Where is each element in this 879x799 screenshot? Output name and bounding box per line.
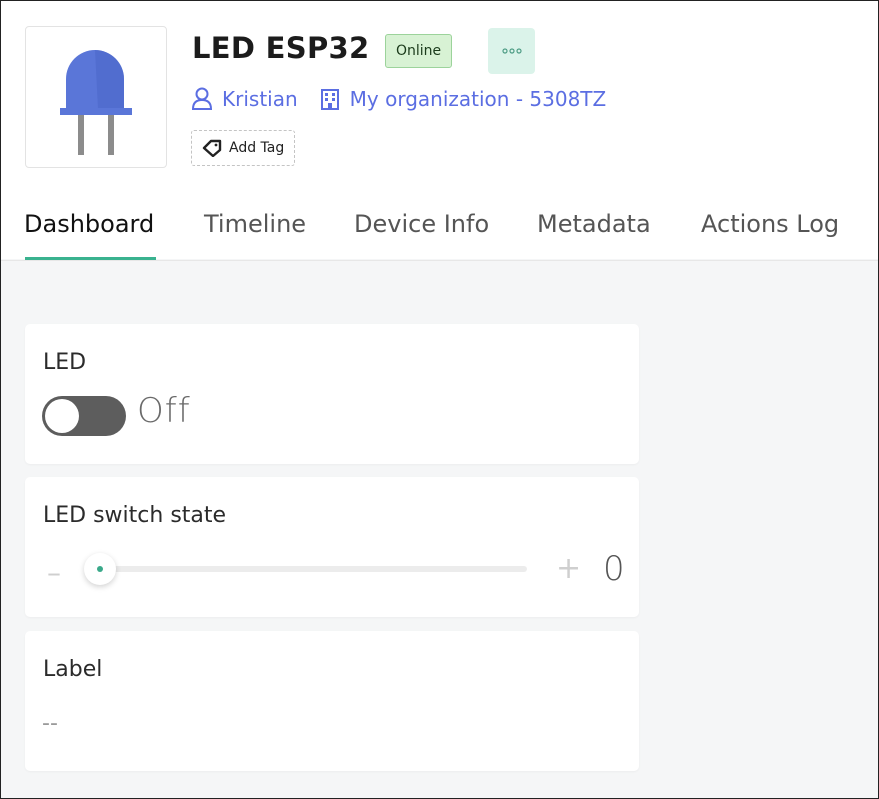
more-dots-icon [501,48,522,54]
slider-decrement-button[interactable]: – [47,556,61,589]
tab-device-info[interactable]: Device Info [354,210,489,238]
device-title: LED ESP32 [192,31,370,65]
slider-handle[interactable] [84,553,116,585]
status-badge: Online [385,34,453,68]
widget-label: Label [25,631,639,771]
tab-timeline[interactable]: Timeline [204,210,306,238]
owner-name: Kristian [222,87,298,111]
led-bulb-icon [60,50,132,155]
toggle-knob [45,399,79,433]
widget-led-title: LED [43,350,87,375]
add-tag-label: Add Tag [229,140,285,156]
building-icon [320,89,339,110]
tab-dashboard[interactable]: Dashboard [24,210,154,238]
active-tab-indicator [25,257,156,260]
slider-handle-dot [97,566,103,572]
owner-link[interactable]: Kristian [191,87,298,111]
led-toggle-switch[interactable] [42,396,126,436]
device-thumbnail [25,26,167,168]
widget-switch-state-title: LED switch state [43,503,227,528]
device-meta: Kristian My organization - 5308TZ [191,87,606,111]
slider-increment-button[interactable]: + [556,551,581,586]
tab-metadata[interactable]: Metadata [537,210,651,238]
widget-led-switch-state: LED switch state [25,477,639,617]
slider-value: 0 [603,549,625,589]
organization-link[interactable]: My organization - 5308TZ [320,87,607,111]
label-value: -- [42,711,58,736]
more-button[interactable] [488,28,535,74]
organization-name: My organization - 5308TZ [349,87,607,111]
device-tabs: Dashboard Timeline Device Info Metadata … [1,198,878,261]
tab-actions-log[interactable]: Actions Log [701,210,839,238]
add-tag-button[interactable]: Add Tag [191,130,296,166]
user-icon [191,87,213,110]
widget-led: LED [25,324,639,464]
slider-track[interactable] [84,566,527,572]
widget-label-title: Label [43,657,103,682]
led-toggle-state: Off [137,391,191,431]
tag-icon [202,139,222,157]
